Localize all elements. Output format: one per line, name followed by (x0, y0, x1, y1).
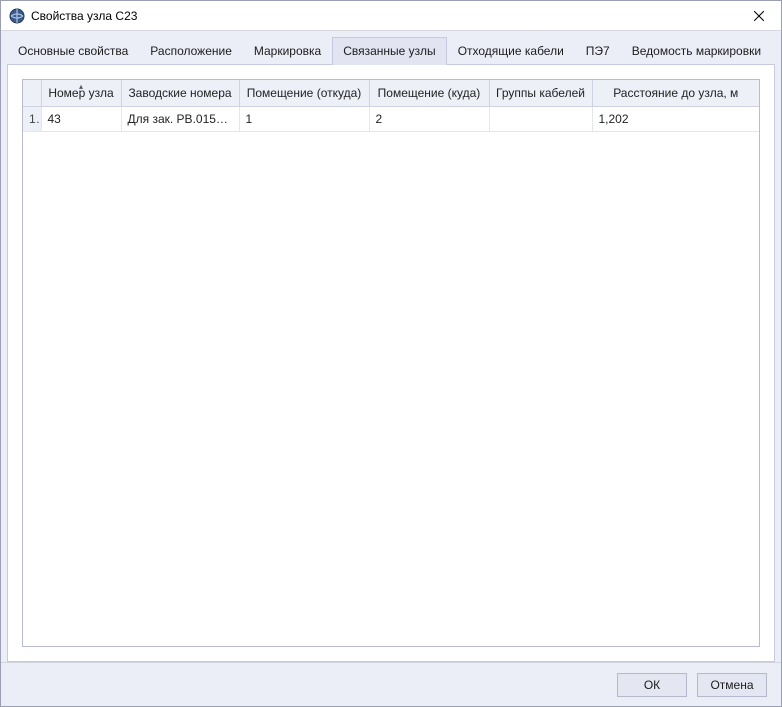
tab-strip: Основные свойства Расположение Маркировк… (7, 37, 775, 65)
window-title: Свойства узла C23 (31, 9, 739, 23)
table-header-row: ▴ Номер узла Заводские номера Помещение … (23, 80, 759, 107)
tab-basic-properties[interactable]: Основные свойства (7, 37, 139, 65)
tab-location[interactable]: Расположение (139, 37, 243, 65)
tab-marking-list[interactable]: Ведомость маркировки (621, 37, 772, 65)
ok-button[interactable]: ОК (617, 673, 687, 697)
col-header-distance[interactable]: Расстояние до узла, м (592, 80, 759, 107)
dialog-window: Свойства узла C23 Основные свойства Расп… (0, 0, 782, 707)
sort-asc-icon: ▴ (79, 82, 83, 91)
close-button[interactable] (739, 2, 779, 30)
cell-room-to[interactable]: 2 (369, 107, 489, 132)
cell-distance[interactable]: 1,202 (592, 107, 759, 132)
col-header-node-number[interactable]: ▴ Номер узла (41, 80, 121, 107)
tab-outgoing-cables[interactable]: Отходящие кабели (447, 37, 575, 65)
cell-node-number[interactable]: 43 (41, 107, 121, 132)
cell-cable-groups[interactable] (489, 107, 592, 132)
dialog-button-bar: ОК Отмена (1, 662, 781, 706)
cell-factory-numbers[interactable]: Для зак. РВ.0155.00 (121, 107, 239, 132)
data-grid[interactable]: ▴ Номер узла Заводские номера Помещение … (22, 79, 760, 647)
col-header-room-to[interactable]: Помещение (куда) (369, 80, 489, 107)
app-icon (9, 8, 25, 24)
tab-pe7[interactable]: ПЭ7 (575, 37, 621, 65)
col-header-cable-groups[interactable]: Группы кабелей (489, 80, 592, 107)
cancel-button[interactable]: Отмена (697, 673, 767, 697)
dialog-body: Основные свойства Расположение Маркировк… (1, 31, 781, 662)
table: ▴ Номер узла Заводские номера Помещение … (23, 80, 759, 132)
table-row[interactable]: 1 43 Для зак. РВ.0155.00 1 2 1,202 (23, 107, 759, 132)
cell-room-from[interactable]: 1 (239, 107, 369, 132)
tab-linked-nodes[interactable]: Связанные узлы (332, 37, 446, 65)
tab-panel: ▴ Номер узла Заводские номера Помещение … (7, 64, 775, 662)
col-header-room-from[interactable]: Помещение (откуда) (239, 80, 369, 107)
titlebar: Свойства узла C23 (1, 1, 781, 31)
row-number-cell: 1 (23, 107, 41, 132)
close-icon (754, 11, 764, 21)
tab-marking[interactable]: Маркировка (243, 37, 332, 65)
row-number-header[interactable] (23, 80, 41, 107)
col-header-factory-numbers[interactable]: Заводские номера (121, 80, 239, 107)
